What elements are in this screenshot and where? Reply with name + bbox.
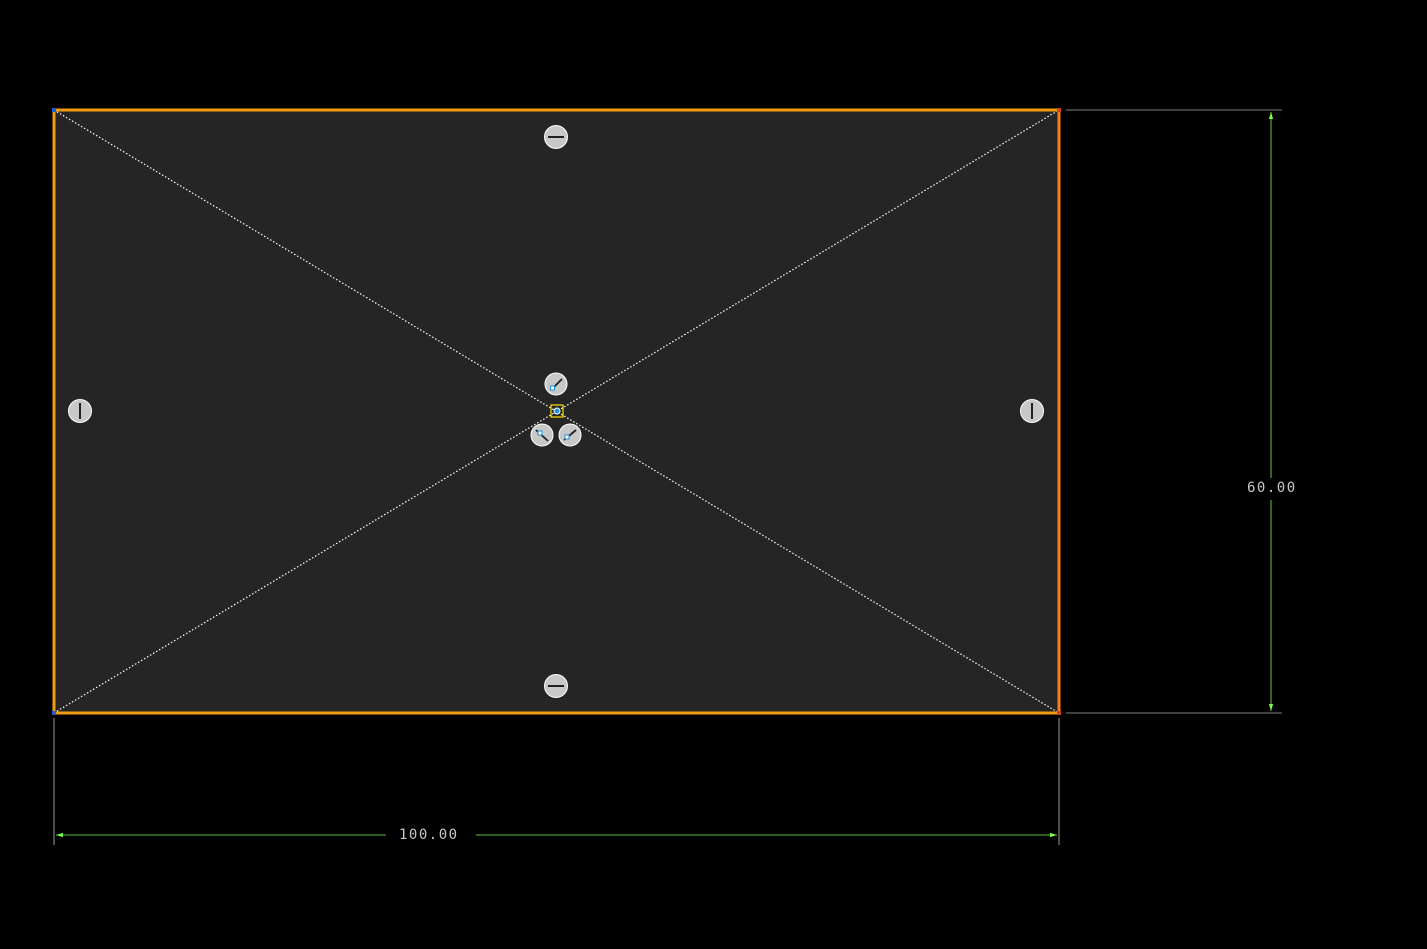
horizontal-constraint-icon[interactable] [544,125,568,149]
sketch-canvas[interactable] [0,0,1427,949]
vertex-point[interactable] [52,108,56,112]
vertex-point[interactable] [1057,711,1061,715]
horizontal-constraint-icon[interactable] [544,674,568,698]
dimension-value-height[interactable]: 60.00 [1241,480,1303,496]
midpoint-constraint-icon[interactable] [530,423,554,447]
vertex-point[interactable] [1057,108,1061,112]
vertical-constraint-icon[interactable] [68,399,92,423]
vertex-point[interactable] [52,711,56,715]
midpoint-constraint-icon[interactable] [558,423,582,447]
vertical-constraint-icon[interactable] [1020,399,1044,423]
midpoint-constraint-icon[interactable] [544,372,568,396]
dimension-value-width[interactable]: 100.00 [393,827,465,843]
